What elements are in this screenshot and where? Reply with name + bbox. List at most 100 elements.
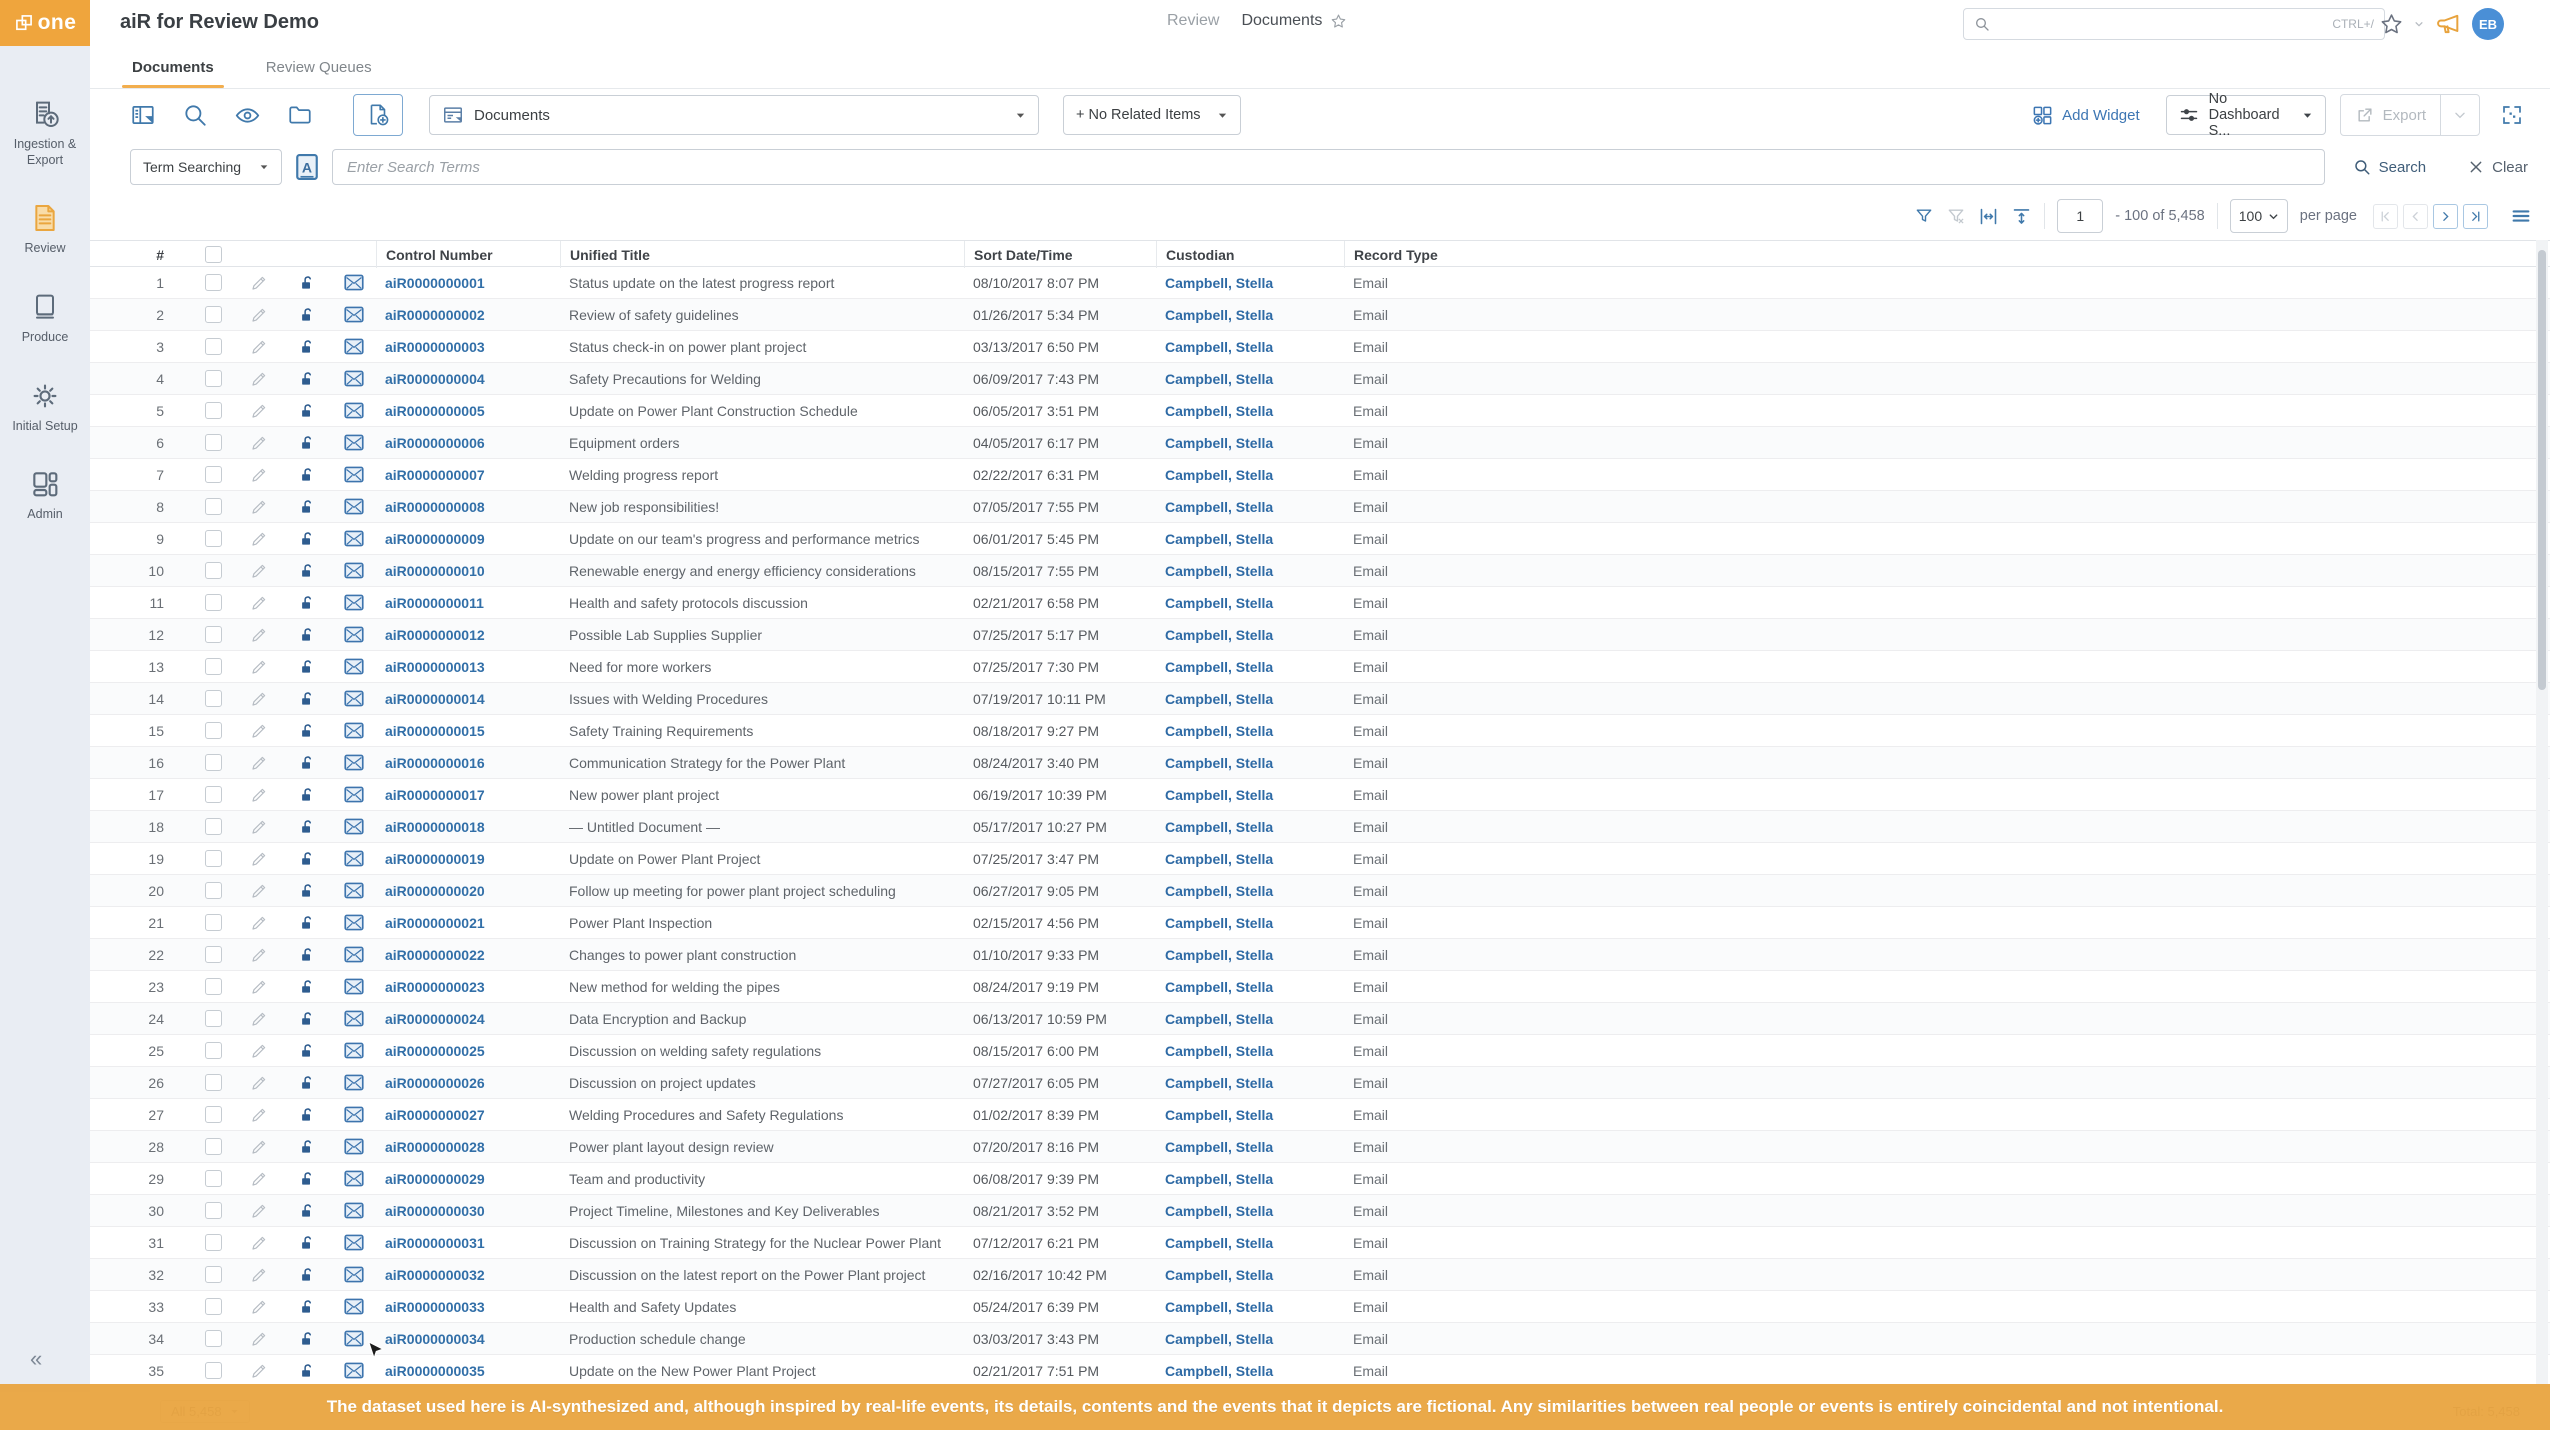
breadcrumb-section[interactable]: Review — [1167, 12, 1219, 30]
edit-pencil-icon[interactable] — [250, 1170, 268, 1188]
sidebar-item-produce[interactable]: Produce — [0, 291, 90, 346]
table-row[interactable]: 8 aiR00000 — [90, 491, 2550, 523]
lock-open-icon[interactable] — [298, 1074, 316, 1092]
lock-open-icon[interactable] — [298, 1202, 316, 1220]
row-checkbox[interactable] — [205, 850, 222, 867]
row-checkbox[interactable] — [205, 594, 222, 611]
row-checkbox[interactable] — [205, 1106, 222, 1123]
edit-pencil-icon[interactable] — [250, 978, 268, 996]
lock-open-icon[interactable] — [298, 1298, 316, 1316]
row-checkbox[interactable] — [205, 370, 222, 387]
control-number-link[interactable]: aiR0000000009 — [385, 531, 485, 547]
custodian-link[interactable]: Campbell, Stella — [1165, 307, 1273, 323]
column-header-custodian[interactable]: Custodian — [1156, 241, 1344, 268]
row-checkbox[interactable] — [205, 562, 222, 579]
edit-pencil-icon[interactable] — [250, 1298, 268, 1316]
control-number-link[interactable]: aiR0000000006 — [385, 435, 485, 451]
lock-open-icon[interactable] — [298, 1138, 316, 1156]
control-number-link[interactable]: aiR0000000034 — [385, 1331, 485, 1347]
row-checkbox[interactable] — [205, 1042, 222, 1059]
edit-pencil-icon[interactable] — [250, 1138, 268, 1156]
column-header-index[interactable]: # — [90, 247, 190, 263]
custodian-link[interactable]: Campbell, Stella — [1165, 1267, 1273, 1283]
custodian-link[interactable]: Campbell, Stella — [1165, 371, 1273, 387]
edit-pencil-icon[interactable] — [250, 402, 268, 420]
table-row[interactable]: 25 aiR0000 — [90, 1035, 2550, 1067]
sidebar-item-initial-setup[interactable]: Initial Setup — [0, 380, 90, 435]
column-header-unified-title[interactable]: Unified Title — [560, 241, 964, 268]
lock-open-icon[interactable] — [298, 818, 316, 836]
custodian-link[interactable]: Campbell, Stella — [1165, 499, 1273, 515]
control-number-link[interactable]: aiR0000000015 — [385, 723, 485, 739]
tab-review-queues[interactable]: Review Queues — [262, 46, 376, 88]
custodian-link[interactable]: Campbell, Stella — [1165, 787, 1273, 803]
table-row[interactable]: 34 aiR0000 — [90, 1323, 2550, 1355]
collapse-sidebar-icon[interactable]: « — [30, 1346, 42, 1372]
table-row[interactable]: 12 aiR0000 — [90, 619, 2550, 651]
custodian-link[interactable]: Campbell, Stella — [1165, 1075, 1273, 1091]
row-checkbox[interactable] — [205, 1330, 222, 1347]
control-number-link[interactable]: aiR0000000035 — [385, 1363, 485, 1379]
table-row[interactable]: 14 aiR0000 — [90, 683, 2550, 715]
sidebar-item-ingestion-export[interactable]: Ingestion & Export — [0, 98, 90, 168]
table-row[interactable]: 23 aiR0000 — [90, 971, 2550, 1003]
search-panel-icon[interactable] — [182, 102, 208, 128]
lock-open-icon[interactable] — [298, 690, 316, 708]
control-number-link[interactable]: aiR0000000025 — [385, 1043, 485, 1059]
custodian-link[interactable]: Campbell, Stella — [1165, 1139, 1273, 1155]
sidebar-item-review[interactable]: Review — [0, 202, 90, 257]
row-checkbox[interactable] — [205, 466, 222, 483]
table-row[interactable]: 33 aiR0000 — [90, 1291, 2550, 1323]
lock-open-icon[interactable] — [298, 1362, 316, 1380]
custodian-link[interactable]: Campbell, Stella — [1165, 467, 1273, 483]
global-search-box[interactable]: CTRL+/ — [1963, 8, 2385, 40]
table-row[interactable]: 19 aiR0000 — [90, 843, 2550, 875]
announcements-megaphone-icon[interactable] — [2434, 10, 2462, 38]
edit-pencil-icon[interactable] — [250, 818, 268, 836]
product-logo[interactable]: one — [0, 0, 90, 46]
table-row[interactable]: 11 aiR0000 — [90, 587, 2550, 619]
row-checkbox[interactable] — [205, 914, 222, 931]
table-row[interactable]: 15 aiR0000 — [90, 715, 2550, 747]
custodian-link[interactable]: Campbell, Stella — [1165, 275, 1273, 291]
row-checkbox[interactable] — [205, 274, 222, 291]
custodian-link[interactable]: Campbell, Stella — [1165, 595, 1273, 611]
table-row[interactable]: 27 aiR0000 — [90, 1099, 2550, 1131]
row-checkbox[interactable] — [205, 722, 222, 739]
table-row[interactable]: 2 aiR00000 — [90, 299, 2550, 331]
control-number-link[interactable]: aiR0000000018 — [385, 819, 485, 835]
favorite-star-icon[interactable] — [1330, 13, 1347, 30]
column-header-control-number[interactable]: Control Number — [376, 241, 560, 268]
custodian-link[interactable]: Campbell, Stella — [1165, 339, 1273, 355]
lock-open-icon[interactable] — [298, 1042, 316, 1060]
table-row[interactable]: 32 aiR0000 — [90, 1259, 2550, 1291]
lock-open-icon[interactable] — [298, 946, 316, 964]
control-number-link[interactable]: aiR0000000016 — [385, 755, 485, 771]
edit-pencil-icon[interactable] — [250, 1330, 268, 1348]
row-checkbox[interactable] — [205, 1074, 222, 1091]
custodian-link[interactable]: Campbell, Stella — [1165, 1107, 1273, 1123]
search-terms-input[interactable] — [345, 158, 2312, 177]
lock-open-icon[interactable] — [298, 1266, 316, 1284]
page-number-input[interactable] — [2057, 199, 2103, 233]
row-checkbox[interactable] — [205, 1170, 222, 1187]
row-checkbox[interactable] — [205, 338, 222, 355]
lock-open-icon[interactable] — [298, 594, 316, 612]
edit-pencil-icon[interactable] — [250, 1106, 268, 1124]
lock-open-icon[interactable] — [298, 1234, 316, 1252]
next-page-icon[interactable] — [2433, 204, 2458, 229]
table-row[interactable]: 6 aiR00000 — [90, 427, 2550, 459]
recent-documents-button[interactable] — [353, 94, 403, 136]
row-checkbox[interactable] — [205, 626, 222, 643]
lock-open-icon[interactable] — [298, 978, 316, 996]
edit-pencil-icon[interactable] — [250, 658, 268, 676]
custodian-link[interactable]: Campbell, Stella — [1165, 883, 1273, 899]
edit-pencil-icon[interactable] — [250, 1074, 268, 1092]
edit-pencil-icon[interactable] — [250, 466, 268, 484]
table-row[interactable]: 29 aiR0000 — [90, 1163, 2550, 1195]
list-menu-icon[interactable] — [2510, 205, 2532, 227]
control-number-link[interactable]: aiR0000000022 — [385, 947, 485, 963]
lock-open-icon[interactable] — [298, 850, 316, 868]
edit-pencil-icon[interactable] — [250, 850, 268, 868]
last-page-icon[interactable] — [2463, 204, 2488, 229]
